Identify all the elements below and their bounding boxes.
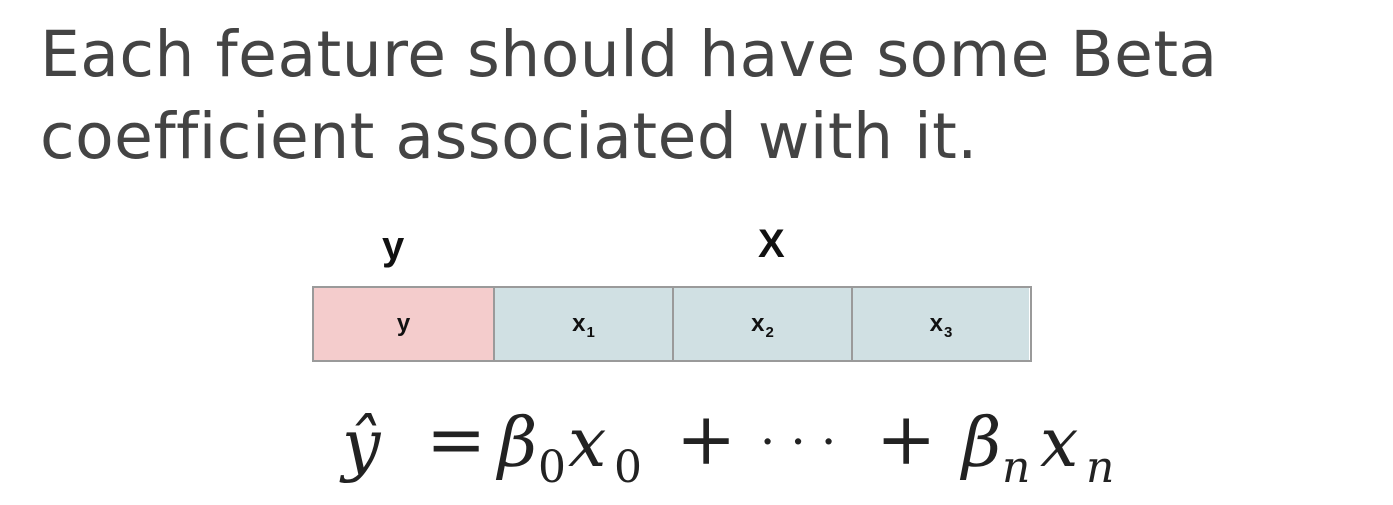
equation-beta-n: β <box>959 404 1001 483</box>
feature-cell-1: x1 <box>493 288 672 360</box>
feature-cell-subscript: 1 <box>586 323 595 341</box>
target-cell-label: y <box>396 310 411 337</box>
regression-equation: ŷ = β 0 x 0 + · · · + β n x n <box>339 397 1114 493</box>
feature-cell-subscript: 2 <box>765 323 774 341</box>
equation-plus-2: + <box>876 397 936 481</box>
equation-x-0-subscript: 0 <box>614 442 642 493</box>
features-header-label: X <box>758 222 785 266</box>
feature-cell-label: x <box>929 310 943 337</box>
target-cell: y <box>314 288 493 360</box>
equation-beta-0-subscript: 0 <box>538 442 566 493</box>
feature-cell-3: x3 <box>851 288 1029 360</box>
data-row-diagram: y x1 x2 x3 <box>312 286 1032 362</box>
feature-cell-2: x2 <box>672 288 851 360</box>
feature-cell-label: x <box>572 310 586 337</box>
equation-plus-1: + <box>676 397 736 481</box>
equation-equals: = <box>426 397 486 481</box>
equation-x-n: x <box>1040 404 1078 483</box>
slide-title: Each feature should have some Beta coeff… <box>40 18 1218 173</box>
target-header-label: y <box>382 224 405 268</box>
equation-beta-0: β <box>495 404 537 483</box>
feature-cell-label: x <box>751 310 765 337</box>
equation-x-0: x <box>568 404 606 483</box>
equation-x-n-subscript: n <box>1086 442 1114 493</box>
equation-ellipsis: · · · <box>760 414 836 470</box>
equation-beta-n-subscript: n <box>1002 442 1030 493</box>
feature-cell-subscript: 3 <box>944 323 953 341</box>
equation-y-hat: ŷ <box>339 406 382 485</box>
